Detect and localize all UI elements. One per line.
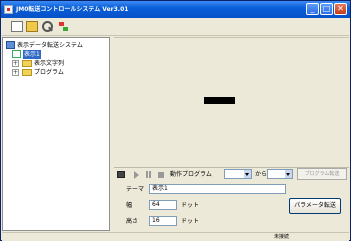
connection-status: 未接続 [274, 234, 290, 240]
app-window: JM0転送コントロールシステム Ver3.01 _ □ ✕ 表示データ転送システ… [0, 0, 351, 241]
tree-device-label: 表示1 [23, 50, 41, 59]
system-icon [6, 41, 15, 49]
width-unit: ドット [181, 202, 200, 209]
play-icon[interactable] [134, 171, 139, 179]
expand-icon[interactable]: + [12, 69, 19, 76]
folder-icon [22, 60, 32, 67]
from-select[interactable] [267, 169, 293, 179]
window-title: JM0転送コントロールシステム Ver3.01 [16, 6, 129, 13]
minimize-button[interactable]: _ [306, 3, 319, 15]
display-preview [114, 37, 349, 167]
tree-root-label: 表示データ転送システム [17, 42, 83, 49]
chevron-down-icon[interactable] [285, 170, 292, 178]
display-device-icon [12, 50, 21, 58]
program-select[interactable] [224, 169, 252, 179]
theme-input[interactable]: 表示1 [149, 184, 286, 194]
program-label: 動作プログラム [170, 171, 212, 178]
close-button[interactable]: ✕ [334, 3, 347, 15]
height-label: 高さ [126, 218, 139, 225]
open-folder-icon[interactable] [26, 21, 38, 32]
tree-item-text-label: 表示文字列 [34, 60, 65, 67]
folder-icon [22, 69, 32, 76]
stop-icon[interactable] [158, 172, 164, 178]
height-unit: ドット [181, 218, 200, 225]
save-icon[interactable] [117, 171, 125, 178]
title-bar[interactable]: JM0転送コントロールシステム Ver3.01 _ □ ✕ [1, 1, 350, 18]
chevron-down-icon[interactable] [244, 170, 251, 178]
status-bar: 未接続 [2, 232, 349, 241]
tree-item-program-label: プログラム [34, 69, 64, 76]
expand-icon[interactable]: + [12, 60, 19, 67]
properties-panel: テーマ 表示1 幅 64 ドット 高さ 16 ドット パラメータ転送 [114, 181, 349, 231]
app-icon [4, 5, 13, 14]
width-input[interactable]: 64 [149, 200, 177, 210]
pause-icon[interactable] [146, 171, 151, 178]
tree-panel[interactable]: 表示データ転送システム 表示1 + 表示文字列 + プログラム [2, 37, 110, 231]
program-transfer-button[interactable]: プログラム転送 [297, 168, 347, 180]
new-document-icon[interactable] [11, 21, 23, 32]
from-label: から [255, 171, 268, 178]
maximize-button[interactable]: □ [320, 3, 333, 15]
toolbar [2, 18, 349, 36]
search-icon[interactable] [41, 21, 53, 32]
tree-view-icon[interactable] [58, 21, 70, 32]
width-label: 幅 [126, 202, 133, 209]
parameter-transfer-button[interactable]: パラメータ転送 [289, 198, 341, 214]
height-input[interactable]: 16 [149, 216, 177, 226]
program-control-bar: 動作プログラム から プログラム転送 [114, 167, 349, 180]
theme-label: テーマ [126, 186, 145, 193]
preview-content [204, 97, 235, 104]
